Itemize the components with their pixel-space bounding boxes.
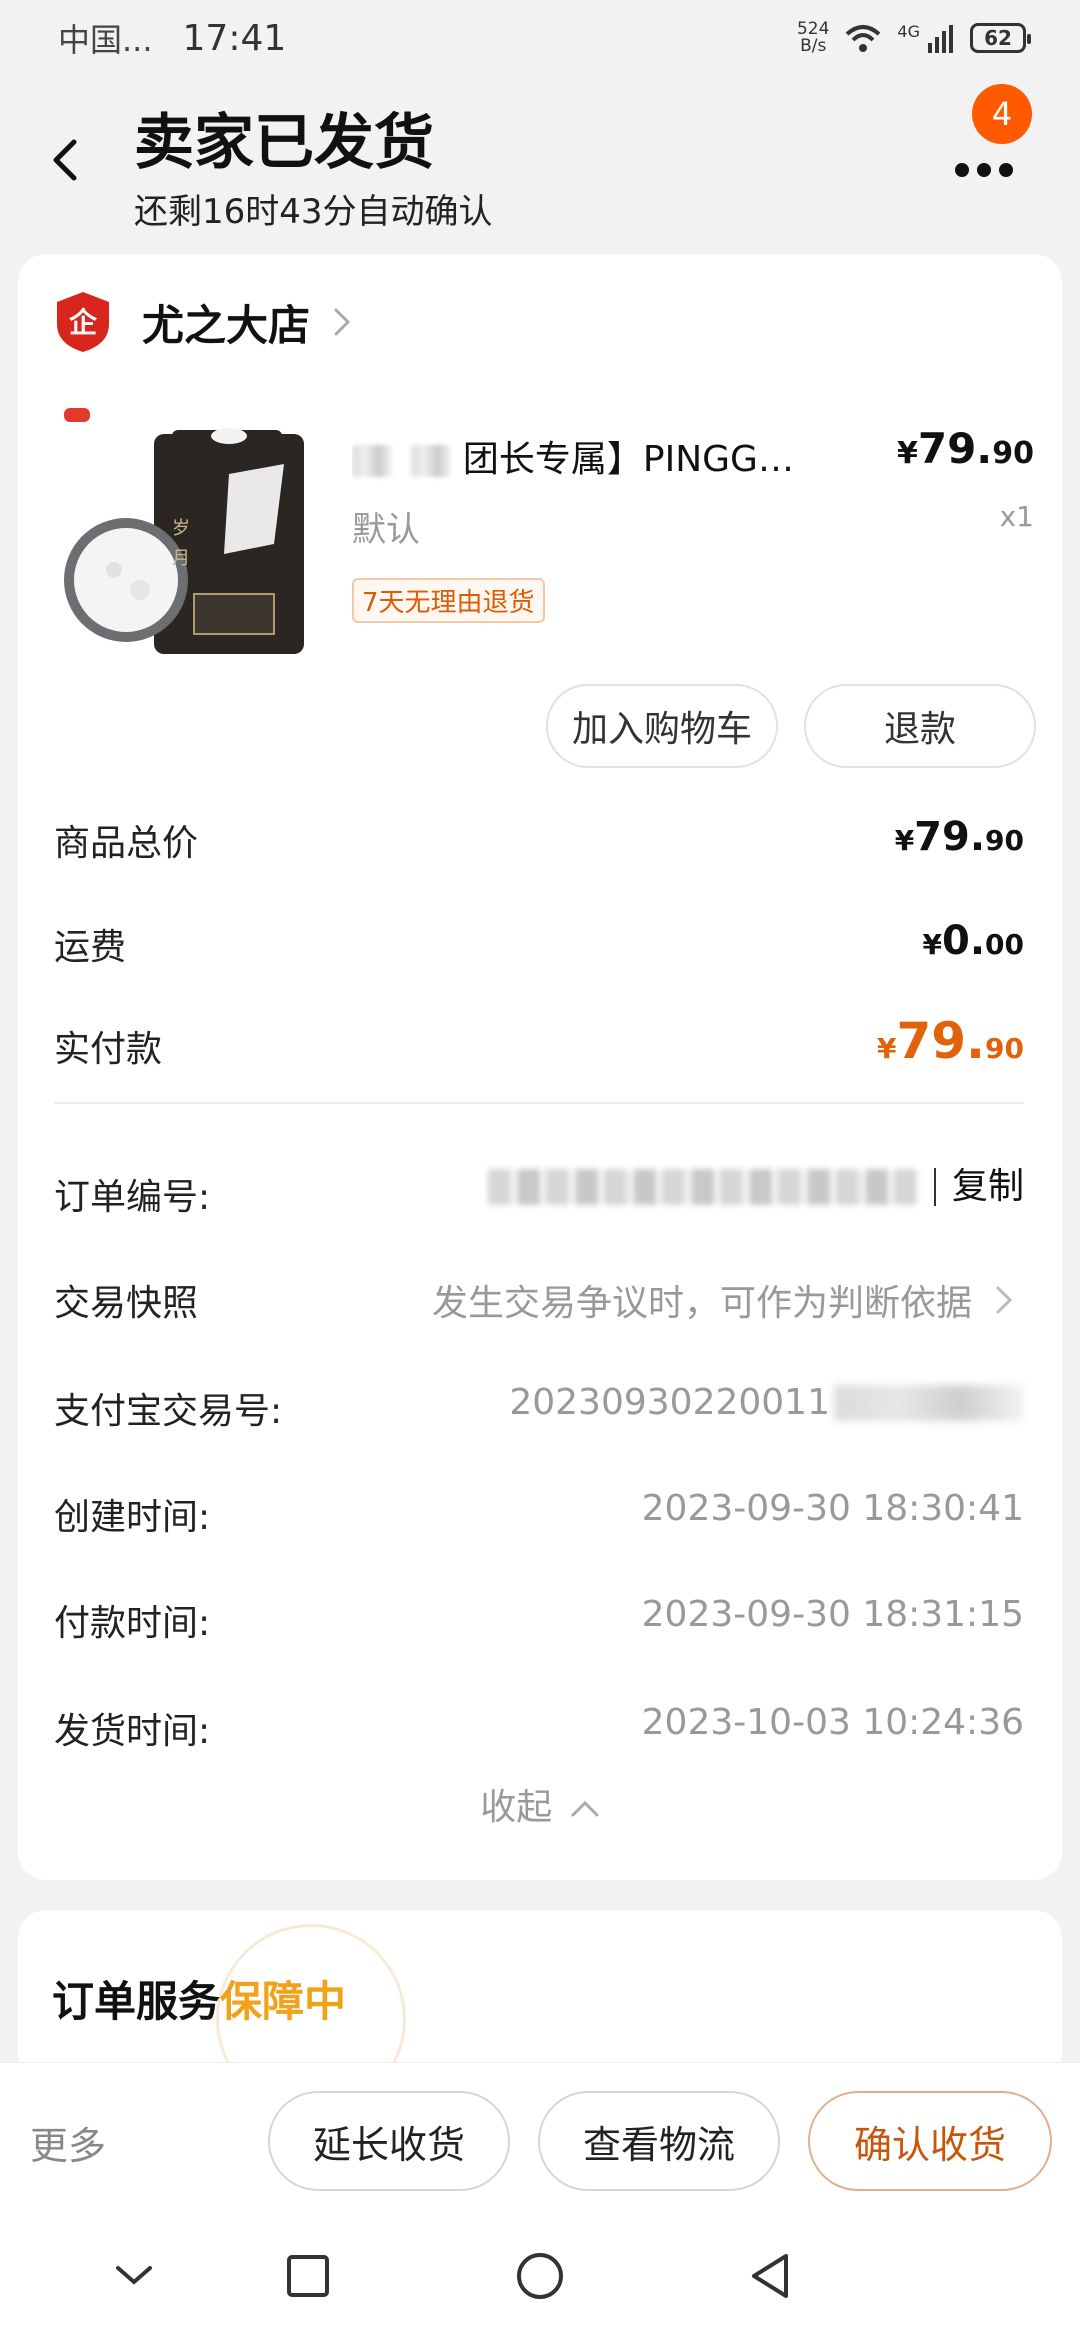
- product-quantity: x1: [999, 500, 1034, 533]
- confirm-receipt-button[interactable]: 确认收货: [808, 2091, 1052, 2191]
- back-nav-button[interactable]: [740, 2246, 800, 2306]
- clock: 17:41: [182, 17, 287, 59]
- shop-name: 尤之大店: [142, 300, 311, 350]
- more-dot: [999, 163, 1013, 177]
- redacted-order-number: [487, 1169, 918, 1205]
- shipped-time-label: 发货时间:: [54, 1711, 211, 1752]
- created-time-label: 创建时间:: [54, 1497, 211, 1538]
- goods-total-label: 商品总价: [54, 823, 199, 864]
- alipay-number-value: 20230930220011: [509, 1382, 830, 1423]
- signal-icon: [928, 25, 953, 53]
- snapshot-label: 交易快照: [54, 1283, 199, 1324]
- more-dots-icon: [955, 163, 969, 177]
- battery-icon: 62: [970, 23, 1031, 53]
- shipped-time-value: 2023-10-03 10:24:36: [641, 1702, 1024, 1743]
- rice-bag-image: 岁 月: [64, 408, 304, 654]
- created-time-value: 2023-09-30 18:30:41: [641, 1488, 1024, 1529]
- carrier-name: 中国...: [58, 21, 153, 59]
- alipay-number-row: 支付宝交易号: 20230930220011: [54, 1382, 1042, 1434]
- divider: [54, 1102, 1024, 1104]
- system-nav-bar: [0, 2220, 1080, 2340]
- chevron-right-icon: [996, 1286, 1013, 1314]
- order-card: 企 尤之大店 岁 月 团长专属】PINGG… 默认 7天无理由退货 ¥79.90…: [18, 254, 1062, 1880]
- network-speed: 524 B/s: [796, 19, 830, 56]
- more-menu-button[interactable]: [944, 140, 1024, 200]
- chevron-up-icon: [571, 1800, 599, 1817]
- redacted-text: [411, 445, 452, 477]
- order-number-row: 订单编号: 复制: [54, 1168, 1042, 1220]
- svg-text:月: 月: [172, 548, 190, 569]
- snapshot-hint: 发生交易争议时，可作为判断依据: [431, 1283, 972, 1324]
- svg-text:企: 企: [69, 306, 98, 339]
- chevron-down-icon: [116, 2266, 152, 2285]
- refund-button[interactable]: 退款: [804, 684, 1036, 768]
- paid-time-label: 付款时间:: [54, 1603, 211, 1644]
- redacted-alipay-number: [834, 1384, 1024, 1421]
- recents-button[interactable]: [278, 2246, 338, 2306]
- view-logistics-button[interactable]: 查看物流: [538, 2091, 780, 2191]
- paid-amount-row: 实付款 ¥79.90: [54, 1012, 1024, 1072]
- status-bar: 中国... 17:41 524 B/s 4G 62: [0, 0, 1080, 76]
- shipped-time-row: 发货时间: 2023-10-03 10:24:36: [54, 1702, 1042, 1754]
- shipping-label: 运费: [54, 927, 127, 968]
- order-number-label: 订单编号:: [54, 1177, 211, 1218]
- add-to-cart-button[interactable]: 加入购物车: [546, 684, 778, 768]
- network-type: 4G: [897, 21, 920, 41]
- chevron-left-icon: [53, 139, 77, 181]
- notification-badge: 4: [972, 84, 1032, 144]
- svg-text:岁: 岁: [172, 518, 190, 539]
- redacted-text: [352, 445, 392, 477]
- goods-total-row: 商品总价 ¥79.90: [54, 814, 1024, 866]
- bottom-action-bar: 更多 延长收货 查看物流 确认收货: [0, 2062, 1080, 2220]
- auto-confirm-countdown: 还剩16时43分自动确认: [134, 192, 493, 232]
- extend-receipt-button[interactable]: 延长收货: [268, 2091, 510, 2191]
- collapse-label: 收起: [480, 1787, 553, 1828]
- shipping-value: ¥0.00: [922, 918, 1024, 964]
- hide-nav-button[interactable]: [104, 2246, 164, 2306]
- product-item[interactable]: 岁 月 团长专属】PINGG… 默认 7天无理由退货 ¥79.90 x1: [54, 404, 1034, 664]
- product-price: ¥79.90: [896, 424, 1034, 473]
- copy-order-number-button[interactable]: 复制: [933, 1168, 1024, 1206]
- paid-time-value: 2023-09-30 18:31:15: [641, 1594, 1024, 1635]
- triangle-back-icon: [752, 2254, 788, 2298]
- goods-total-value: ¥79.90: [894, 814, 1024, 860]
- more-actions-button[interactable]: 更多: [30, 2115, 106, 2170]
- order-service-title: 订单服务保障中: [52, 1977, 347, 2026]
- shop-shield-icon: 企: [57, 292, 109, 352]
- paid-amount-label: 实付款: [54, 1029, 163, 1070]
- collapse-button[interactable]: 收起: [18, 1778, 1062, 1830]
- product-image[interactable]: 岁 月: [54, 404, 314, 664]
- product-title: 团长专属】PINGG…: [352, 430, 912, 482]
- page-header: 卖家已发货 还剩16时43分自动确认 4: [0, 80, 1080, 240]
- home-button[interactable]: [510, 2246, 570, 2306]
- paid-time-row: 付款时间: 2023-09-30 18:31:15: [54, 1594, 1042, 1646]
- snapshot-row[interactable]: 交易快照 发生交易争议时，可作为判断依据: [54, 1274, 1042, 1326]
- circle-icon: [517, 2253, 563, 2299]
- chevron-right-icon: [334, 308, 351, 336]
- back-button[interactable]: [44, 130, 84, 190]
- wifi-icon: [846, 25, 881, 52]
- paid-amount-value: ¥79.90: [876, 1012, 1024, 1070]
- more-dot: [977, 163, 991, 177]
- product-spec: 默认: [352, 510, 420, 550]
- square-icon: [287, 2255, 329, 2297]
- page-title: 卖家已发货: [134, 108, 434, 178]
- product-title-text: 团长专属】PINGG…: [462, 439, 794, 480]
- return-policy-tag: 7天无理由退货: [352, 578, 545, 623]
- alipay-number-label: 支付宝交易号:: [54, 1391, 283, 1432]
- created-time-row: 创建时间: 2023-09-30 18:30:41: [54, 1488, 1042, 1540]
- shipping-row: 运费 ¥0.00: [54, 918, 1024, 970]
- shop-link[interactable]: 企 尤之大店: [54, 290, 352, 354]
